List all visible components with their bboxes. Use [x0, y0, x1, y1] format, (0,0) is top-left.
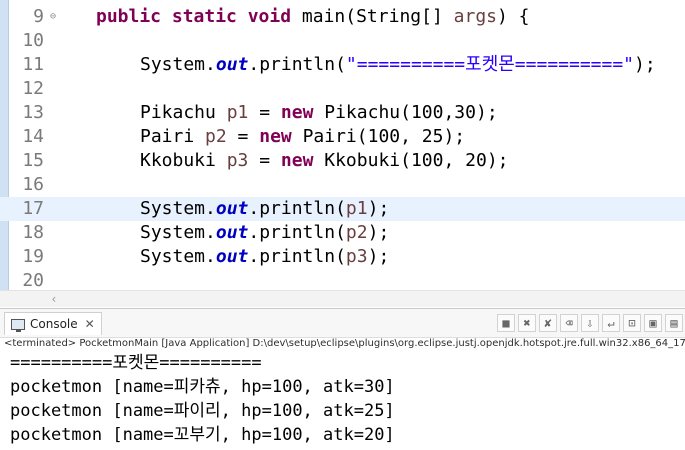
terminate-icon[interactable]: ■	[497, 314, 515, 332]
code-token: out	[215, 198, 249, 219]
code-token: System.	[140, 246, 216, 267]
scroll-left-icon[interactable]: ‹	[46, 292, 62, 306]
console-header: Console ✕ ■ ✖ ✘ ⌫ ⇩ ↵ ⊡ ▣ ▤	[0, 308, 685, 338]
code-token: );	[367, 222, 390, 243]
code-token: new	[259, 126, 292, 147]
code-token: .println(	[248, 198, 346, 219]
code-token: p2	[345, 222, 368, 243]
code-token: );	[634, 54, 656, 75]
line-number: 17	[22, 198, 44, 219]
console-output[interactable]: ==========포켓몬========== pocketmon [name=피…	[0, 351, 685, 450]
code-editor[interactable]: 9 ⊖ public static void main(String[] args)…	[0, 0, 685, 308]
code-text: System.out.println(p1);	[140, 197, 389, 221]
code-token: =	[226, 126, 260, 147]
remove-all-icon[interactable]: ✘	[539, 314, 557, 332]
code-token: out	[215, 222, 249, 243]
code-token: Kkobuki	[140, 150, 227, 171]
code-token: Kkobuki(100, 20);	[313, 150, 509, 171]
code-line[interactable]: 15 Kkobuki p3 = new Kkobuki(100, 20);	[0, 149, 685, 173]
console-tab[interactable]: Console ✕	[4, 312, 102, 335]
display-console-icon[interactable]: ▣	[644, 314, 662, 332]
code-token: Pairi	[140, 126, 206, 147]
code-token: out	[215, 246, 249, 267]
word-wrap-icon[interactable]: ↵	[602, 314, 620, 332]
code-token: =	[248, 102, 281, 123]
line-number: 19	[22, 246, 44, 267]
line-number: 15	[22, 150, 44, 171]
console-output-line: ==========포켓몬==========	[10, 353, 262, 373]
code-token: p1	[226, 102, 249, 123]
code-token: .println(	[248, 54, 346, 75]
code-text: Kkobuki p3 = new Kkobuki(100, 20);	[140, 149, 509, 173]
code-token: );	[367, 246, 390, 267]
console-toolbar: ■ ✖ ✘ ⌫ ⇩ ↵ ⊡ ▣ ▤	[497, 314, 683, 332]
line-number: 16	[22, 174, 44, 195]
line-number: 13	[22, 102, 44, 123]
code-token: p3	[226, 150, 249, 171]
code-token: new	[280, 150, 314, 171]
scroll-lock-icon[interactable]: ⇩	[581, 314, 599, 332]
code-line[interactable]: 11 System.out.println("==========포켓몬=====…	[0, 53, 685, 77]
code-token: );	[367, 198, 390, 219]
code-line[interactable]: 18 System.out.println(p2);	[0, 221, 685, 245]
line-number: 14	[22, 126, 44, 147]
code-text: System.out.println("==========포켓몬=======…	[140, 53, 656, 77]
process-label: <terminated> PocketmonMain [Java Applica…	[4, 338, 685, 349]
code-token: p3	[345, 246, 368, 267]
open-console-icon[interactable]: ▤	[665, 314, 683, 332]
code-text: public static void main(String[] args) {	[96, 5, 530, 29]
code-token: .println(	[248, 246, 346, 267]
code-line[interactable]: 10	[0, 29, 685, 53]
horizontal-scrollbar[interactable]: ‹	[0, 290, 685, 307]
code-token: "==========포켓몬=========="	[345, 54, 635, 75]
code-line[interactable]: 14 Pairi p2 = new Pairi(100, 25);	[0, 125, 685, 149]
line-number: 11	[22, 54, 44, 75]
line-number: 9	[33, 6, 44, 27]
code-token: System.	[140, 222, 216, 243]
code-line[interactable]: 16	[0, 173, 685, 197]
code-token: public static void	[96, 6, 292, 27]
close-icon[interactable]: ✕	[85, 317, 95, 331]
code-token: System.	[140, 54, 216, 75]
code-token: args	[453, 6, 497, 27]
console-output-line: pocketmon [name=꼬부기, hp=100, atk=20]	[10, 425, 395, 445]
fold-collapse-icon[interactable]: ⊖	[48, 12, 58, 22]
eclipse-window: 9 ⊖ public static void main(String[] args)…	[0, 0, 685, 450]
line-number: 18	[22, 222, 44, 243]
code-token: Pairi(100, 25);	[291, 126, 466, 147]
console-tab-label: Console	[30, 317, 78, 331]
code-text: Pairi p2 = new Pairi(100, 25);	[140, 125, 465, 149]
code-token: .println(	[248, 222, 346, 243]
code-line[interactable]: 13 Pikachu p1 = new Pikachu(100,30);	[0, 101, 685, 125]
code-token: p2	[205, 126, 227, 147]
pin-console-icon[interactable]: ⊡	[623, 314, 641, 332]
code-token: p1	[345, 198, 368, 219]
code-line[interactable]: 12	[0, 77, 685, 101]
code-token: Pikachu(100,30);	[313, 102, 498, 123]
code-token: ) {	[497, 6, 530, 27]
code-token: new	[280, 102, 314, 123]
code-text: System.out.println(p3);	[140, 245, 389, 269]
code-token: out	[215, 54, 249, 75]
code-token: main(String[]	[291, 6, 454, 27]
code-token: System.	[140, 198, 216, 219]
remove-launch-icon[interactable]: ✖	[518, 314, 536, 332]
code-text: System.out.println(p2);	[140, 221, 389, 245]
console-monitor-icon	[11, 318, 25, 332]
code-line[interactable]: 17 System.out.println(p1);	[0, 197, 685, 221]
code-text: Pikachu p1 = new Pikachu(100,30);	[140, 101, 498, 125]
code-token: Pikachu	[140, 102, 227, 123]
code-line[interactable]: 9 ⊖ public static void main(String[] args)…	[0, 5, 685, 29]
clear-console-icon[interactable]: ⌫	[560, 314, 578, 332]
line-number: 12	[22, 78, 44, 99]
console-output-line: pocketmon [name=피카츄, hp=100, atk=30]	[10, 377, 395, 397]
console-output-line: pocketmon [name=파이리, hp=100, atk=25]	[10, 401, 395, 421]
code-token: =	[248, 150, 281, 171]
line-number: 10	[22, 30, 44, 51]
code-line[interactable]: 19 System.out.println(p3);	[0, 245, 685, 269]
